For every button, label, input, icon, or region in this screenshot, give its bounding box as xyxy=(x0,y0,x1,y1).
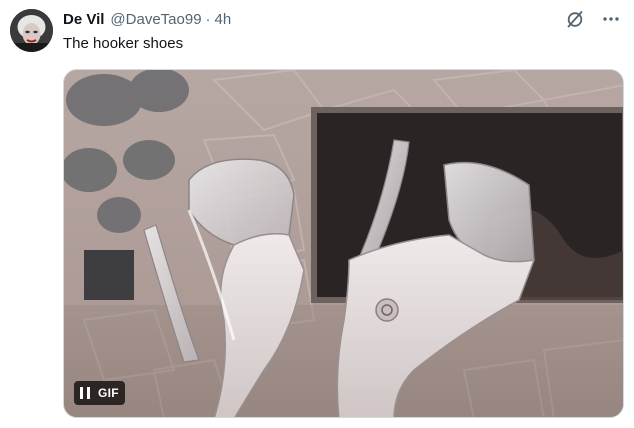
tweet-text: The hooker shoes xyxy=(63,35,184,52)
tweet-timestamp[interactable]: 4h xyxy=(215,10,232,30)
header-actions xyxy=(564,8,622,30)
header-separator: · xyxy=(205,11,211,28)
author-handle[interactable]: @DaveTao99 xyxy=(110,10,201,30)
tweet-header: De Vil @DaveTao99 · 4h xyxy=(63,10,231,30)
avatar-image xyxy=(10,9,53,52)
author-display-name[interactable]: De Vil xyxy=(63,10,104,30)
gif-media[interactable]: GIF xyxy=(63,69,624,418)
grok-slash-icon[interactable] xyxy=(564,8,586,30)
tweet-card[interactable]: De Vil @DaveTao99 · 4h The hooker shoes xyxy=(0,0,634,428)
gif-badge: GIF xyxy=(98,386,119,400)
gif-controls: GIF xyxy=(74,381,125,405)
gif-frame-image xyxy=(64,70,623,417)
pause-icon[interactable] xyxy=(80,387,90,399)
avatar[interactable] xyxy=(10,9,53,52)
more-horizontal-icon[interactable] xyxy=(600,8,622,30)
